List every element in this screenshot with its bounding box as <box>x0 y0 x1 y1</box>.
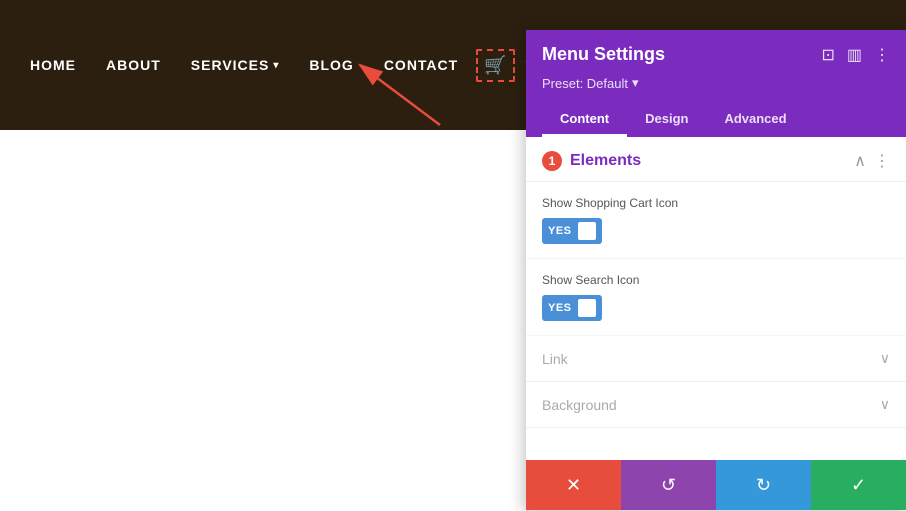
cart-toggle-knob <box>578 222 596 240</box>
link-section-label: Link <box>542 351 568 367</box>
preset-chevron-icon: ▾ <box>632 75 639 91</box>
panel-body: 1 Elements ∧ ⋮ Show Shopping Cart Icon Y… <box>526 137 906 460</box>
nav-services[interactable]: SERVICES ▾ <box>191 57 280 73</box>
tab-design[interactable]: Design <box>627 103 706 137</box>
reset-button[interactable]: ↺ <box>621 460 716 510</box>
dropdown-chevron-icon: ▾ <box>273 60 279 71</box>
link-chevron-icon: ∨ <box>880 350 890 367</box>
panel-title-row: Menu Settings ⊡ ▥ ⋮ <box>542 44 890 65</box>
settings-panel: Menu Settings ⊡ ▥ ⋮ Preset: Default ▾ Co… <box>526 30 906 510</box>
elements-section-header: 1 Elements ∧ ⋮ <box>526 137 906 182</box>
cart-setting-label: Show Shopping Cart Icon <box>542 196 890 210</box>
background-section[interactable]: Background ∨ <box>526 382 906 428</box>
cart-toggle-yes: YES <box>548 225 572 237</box>
save-button[interactable]: ✓ <box>811 460 906 510</box>
cart-icon[interactable]: 🛒 <box>484 55 506 75</box>
panel-preset[interactable]: Preset: Default ▾ <box>542 75 890 91</box>
section-controls: ∧ ⋮ <box>854 151 890 171</box>
cart-icon-setting: Show Shopping Cart Icon YES <box>526 182 906 259</box>
responsive-icon[interactable]: ⊡ <box>821 45 834 65</box>
panel-title: Menu Settings <box>542 44 665 65</box>
elements-title: Elements <box>570 152 641 170</box>
panel-header: Menu Settings ⊡ ▥ ⋮ Preset: Default ▾ Co… <box>526 30 906 137</box>
tab-content[interactable]: Content <box>542 103 627 137</box>
section-menu-icon[interactable]: ⋮ <box>874 151 890 171</box>
main-content: Menu Settings ⊡ ▥ ⋮ Preset: Default ▾ Co… <box>0 130 906 511</box>
panel-tabs: Content Design Advanced <box>542 103 890 137</box>
cancel-button[interactable]: ✕ <box>526 460 621 510</box>
nav-contact[interactable]: CONTACT <box>384 57 458 73</box>
background-chevron-icon: ∨ <box>880 396 890 413</box>
link-section[interactable]: Link ∨ <box>526 336 906 382</box>
search-icon-setting: Show Search Icon YES <box>526 259 906 336</box>
search-toggle-yes: YES <box>548 302 572 314</box>
background-section-label: Background <box>542 397 617 413</box>
nav-links: HOME ABOUT SERVICES ▾ BLOG CONTACT <box>30 57 458 73</box>
section-title-row: 1 Elements <box>542 151 641 171</box>
panel-header-icons: ⊡ ▥ ⋮ <box>821 45 890 65</box>
section-number: 1 <box>542 151 562 171</box>
nav-home[interactable]: HOME <box>30 57 76 73</box>
redo-button[interactable]: ↻ <box>716 460 811 510</box>
more-icon[interactable]: ⋮ <box>874 45 890 65</box>
cart-wrapper: 🛒 <box>476 49 514 82</box>
cart-toggle[interactable]: YES <box>542 218 602 244</box>
nav-about[interactable]: ABOUT <box>106 57 161 73</box>
tab-advanced[interactable]: Advanced <box>706 103 804 137</box>
search-setting-label: Show Search Icon <box>542 273 890 287</box>
section-collapse-icon[interactable]: ∧ <box>854 151 866 171</box>
search-toggle-knob <box>578 299 596 317</box>
action-bar: ✕ ↺ ↻ ✓ <box>526 460 906 510</box>
search-toggle[interactable]: YES <box>542 295 602 321</box>
layout-icon[interactable]: ▥ <box>847 45 862 65</box>
nav-blog[interactable]: BLOG <box>309 57 353 73</box>
